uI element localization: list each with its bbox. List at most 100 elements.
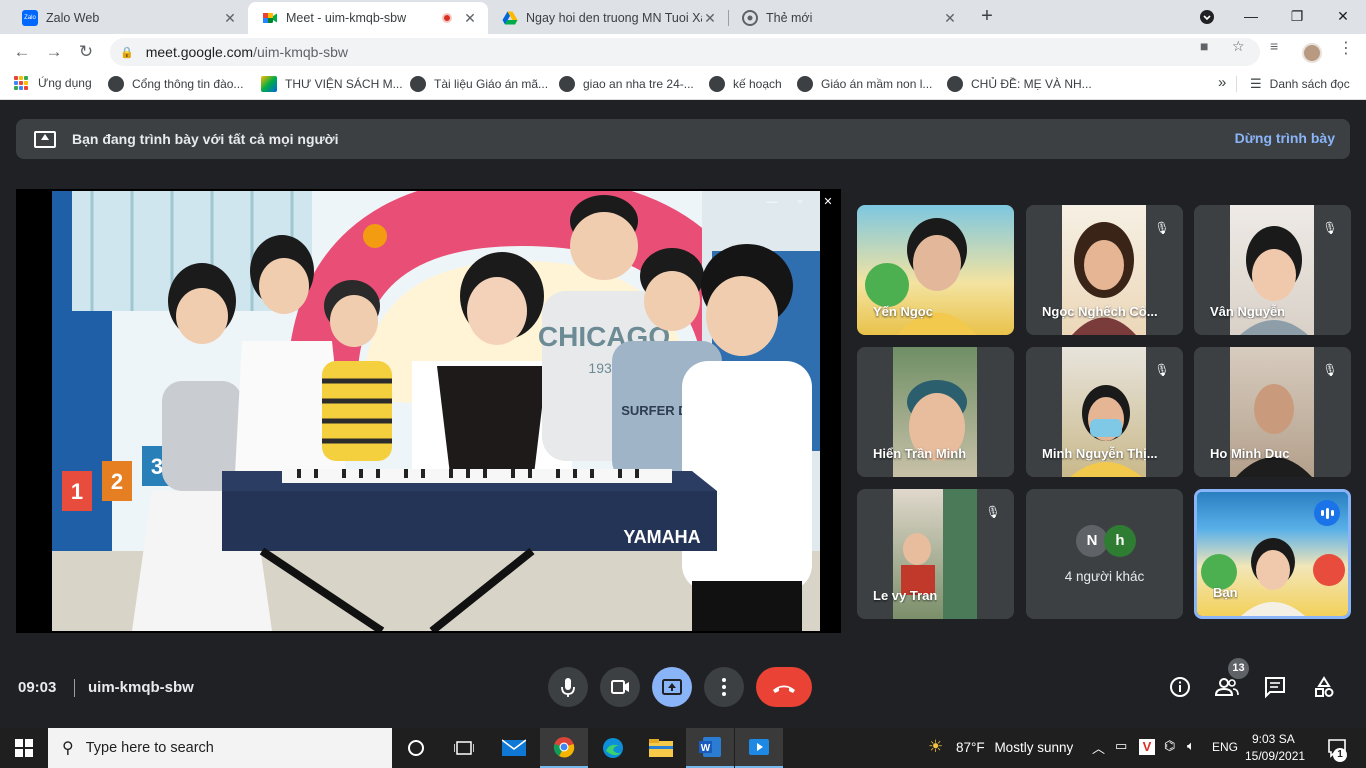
minimize-video-icon[interactable]: — bbox=[760, 193, 784, 211]
self-tile[interactable]: Bạn bbox=[1194, 489, 1351, 619]
present-screen-button[interactable] bbox=[652, 667, 692, 707]
battery-icon[interactable]: ▭ bbox=[1115, 738, 1127, 754]
taskbar-word[interactable]: W bbox=[686, 728, 734, 768]
tab-zalo-web[interactable]: Zalo Zalo Web ✕ bbox=[8, 2, 248, 34]
more-options-button[interactable] bbox=[704, 667, 744, 707]
notification-count-badge: 1 bbox=[1333, 748, 1347, 762]
bookmark-item[interactable]: THƯ VIỆN SÁCH M... bbox=[261, 76, 403, 92]
participant-tile[interactable]: Hiển Trần Minh bbox=[857, 347, 1014, 477]
back-button[interactable]: ← bbox=[10, 40, 34, 64]
stop-presenting-button[interactable]: Dừng trình bày bbox=[1235, 130, 1335, 146]
folder-icon bbox=[649, 739, 673, 757]
bookmark-item[interactable]: Cổng thông tin đào... bbox=[108, 76, 243, 92]
edge-icon bbox=[603, 738, 623, 758]
others-tile[interactable]: N h 4 người khác bbox=[1026, 489, 1183, 619]
show-hidden-icons-chevron-icon[interactable]: ︿ bbox=[1092, 738, 1105, 757]
activities-icon bbox=[1315, 676, 1334, 697]
reload-button[interactable]: ↻ bbox=[74, 40, 98, 64]
keyboard-brand-label: YAMAHA bbox=[623, 527, 700, 547]
close-tab-icon[interactable]: ✕ bbox=[702, 10, 718, 27]
participant-tile[interactable]: 🎙︎ Vân Nguyễn bbox=[1194, 205, 1351, 335]
minimize-button[interactable]: — bbox=[1228, 0, 1274, 32]
windows-taskbar: ⚲ Type here to search W ☀ 87°F Mostly su… bbox=[0, 728, 1366, 768]
participant-tile[interactable]: 🎙︎ Ho Minh Duc bbox=[1194, 347, 1351, 477]
network-icon[interactable]: ⌬ bbox=[1164, 738, 1175, 754]
camera-in-use-icon[interactable]: ■ bbox=[1200, 38, 1208, 54]
speaking-indicator-icon bbox=[1314, 500, 1340, 526]
new-tab-button[interactable]: + bbox=[976, 5, 998, 27]
weather-widget[interactable]: 87°F Mostly sunny bbox=[956, 740, 1073, 755]
bookmark-item[interactable]: Giáo án mầm non l... bbox=[797, 76, 932, 92]
activities-button[interactable] bbox=[1311, 675, 1337, 701]
tab-search-button[interactable] bbox=[1184, 0, 1230, 32]
bookmark-apps[interactable]: Ứng dụng bbox=[14, 76, 92, 90]
muted-mic-icon: 🎙︎ bbox=[982, 501, 1004, 523]
input-language[interactable]: ENG bbox=[1212, 740, 1238, 754]
globe-icon bbox=[709, 76, 725, 92]
cortana-button[interactable] bbox=[392, 728, 440, 768]
classroom-scene-image: 1 2 3 CHICAGO 1931 SURFER DINO YAMAHA bbox=[52, 191, 820, 631]
bookmark-item[interactable]: CHỦ ĐỀ: MẸ VÀ NH... bbox=[947, 76, 1092, 92]
forward-button[interactable]: → bbox=[42, 40, 66, 64]
participant-tile[interactable]: 🎙︎ Le vy Tran bbox=[857, 489, 1014, 619]
restore-button[interactable]: ❐ bbox=[1274, 0, 1320, 32]
participant-tile[interactable]: 🎙︎ Minh Nguyễn Thị... bbox=[1026, 347, 1183, 477]
taskbar-clock-time[interactable]: 9:03 SA bbox=[1252, 732, 1295, 746]
weather-description: Mostly sunny bbox=[994, 740, 1074, 755]
tab-google-drive[interactable]: Ngay hoi den truong MN Tuoi Xa ✕ bbox=[488, 2, 728, 34]
bookmark-item[interactable]: giao an nha tre 24-... bbox=[559, 76, 694, 92]
chat-button[interactable] bbox=[1262, 675, 1288, 701]
globe-icon bbox=[559, 76, 575, 92]
task-view-button[interactable] bbox=[440, 728, 488, 768]
microphone-button[interactable] bbox=[548, 667, 588, 707]
taskbar-file-explorer[interactable] bbox=[637, 728, 685, 768]
start-button[interactable] bbox=[0, 728, 48, 768]
more-menu-icon[interactable]: ⋮ bbox=[1338, 38, 1354, 58]
weather-sun-icon: ☀ bbox=[928, 737, 944, 756]
profile-avatar[interactable] bbox=[1302, 43, 1322, 63]
chrome-favicon-icon bbox=[742, 10, 758, 26]
close-tab-icon[interactable]: ✕ bbox=[222, 10, 238, 27]
volume-icon[interactable]: 🔈︎ bbox=[1187, 738, 1195, 754]
taskbar-edge[interactable] bbox=[589, 728, 637, 768]
close-tab-icon[interactable]: ✕ bbox=[942, 10, 958, 27]
unikey-v-icon[interactable]: V bbox=[1139, 739, 1155, 755]
address-bar[interactable]: 🔒 meet.google.com/uim-kmqb-sbw bbox=[110, 38, 1260, 66]
participant-tile[interactable]: Yến Ngọc bbox=[857, 205, 1014, 335]
leave-call-button[interactable] bbox=[756, 667, 812, 707]
recording-indicator-icon bbox=[442, 13, 452, 23]
reading-list-button[interactable]: ☰ Danh sách đọc bbox=[1250, 76, 1350, 92]
presenting-banner: Bạn đang trình bày với tất cả mọi người … bbox=[16, 119, 1350, 159]
participant-name: Ho Minh Duc bbox=[1210, 446, 1290, 461]
muted-mic-icon: 🎙︎ bbox=[1151, 217, 1173, 239]
participant-tile[interactable]: 🎙︎ Ngọc Nghếch Cô... bbox=[1026, 205, 1183, 335]
camera-button[interactable] bbox=[600, 667, 640, 707]
browser-toolbar: ← → ↻ 🔒 meet.google.com/uim-kmqb-sbw ■ ☆… bbox=[0, 34, 1366, 70]
muted-mic-icon: 🎙︎ bbox=[1319, 359, 1341, 381]
chrome-icon bbox=[553, 737, 575, 758]
close-window-button[interactable]: ✕ bbox=[1320, 0, 1366, 32]
taskbar-clock-date[interactable]: 15/09/2021 bbox=[1245, 749, 1305, 763]
taskbar-mail[interactable] bbox=[490, 728, 538, 768]
reading-list-icon: ☰ bbox=[1250, 76, 1262, 91]
pop-out-video-icon[interactable]: ▫ bbox=[788, 193, 812, 211]
close-tab-icon[interactable]: ✕ bbox=[462, 10, 478, 27]
bookmarks-overflow-button[interactable]: » bbox=[1218, 74, 1226, 91]
bookmark-item[interactable]: kế hoạch bbox=[709, 76, 782, 92]
bookmark-star-icon[interactable]: ☆ bbox=[1232, 38, 1245, 55]
taskbar-chrome[interactable] bbox=[540, 728, 588, 768]
tab-meet[interactable]: Meet - uim-kmqb-sbw ✕ bbox=[248, 2, 488, 34]
bookmark-item[interactable]: Tài liệu Giáo án mã... bbox=[410, 76, 548, 92]
taskbar-video-app[interactable] bbox=[735, 728, 783, 768]
info-icon bbox=[1170, 677, 1190, 697]
participant-name: Minh Nguyễn Thị... bbox=[1042, 446, 1158, 461]
close-video-icon[interactable]: ✕ bbox=[816, 193, 840, 211]
svg-text:1: 1 bbox=[71, 479, 83, 504]
more-vertical-icon bbox=[722, 678, 726, 696]
taskbar-search-box[interactable]: ⚲ Type here to search bbox=[48, 728, 392, 768]
meeting-details-button[interactable] bbox=[1167, 675, 1193, 701]
tab-new-tab[interactable]: Thẻ mới ✕ bbox=[728, 2, 968, 34]
participant-initial-avatar: h bbox=[1104, 525, 1136, 557]
bookmarks-bar: Ứng dụng Cổng thông tin đào... THƯ VIỆN … bbox=[0, 70, 1366, 100]
media-queue-icon[interactable]: ≡ bbox=[1270, 38, 1278, 54]
